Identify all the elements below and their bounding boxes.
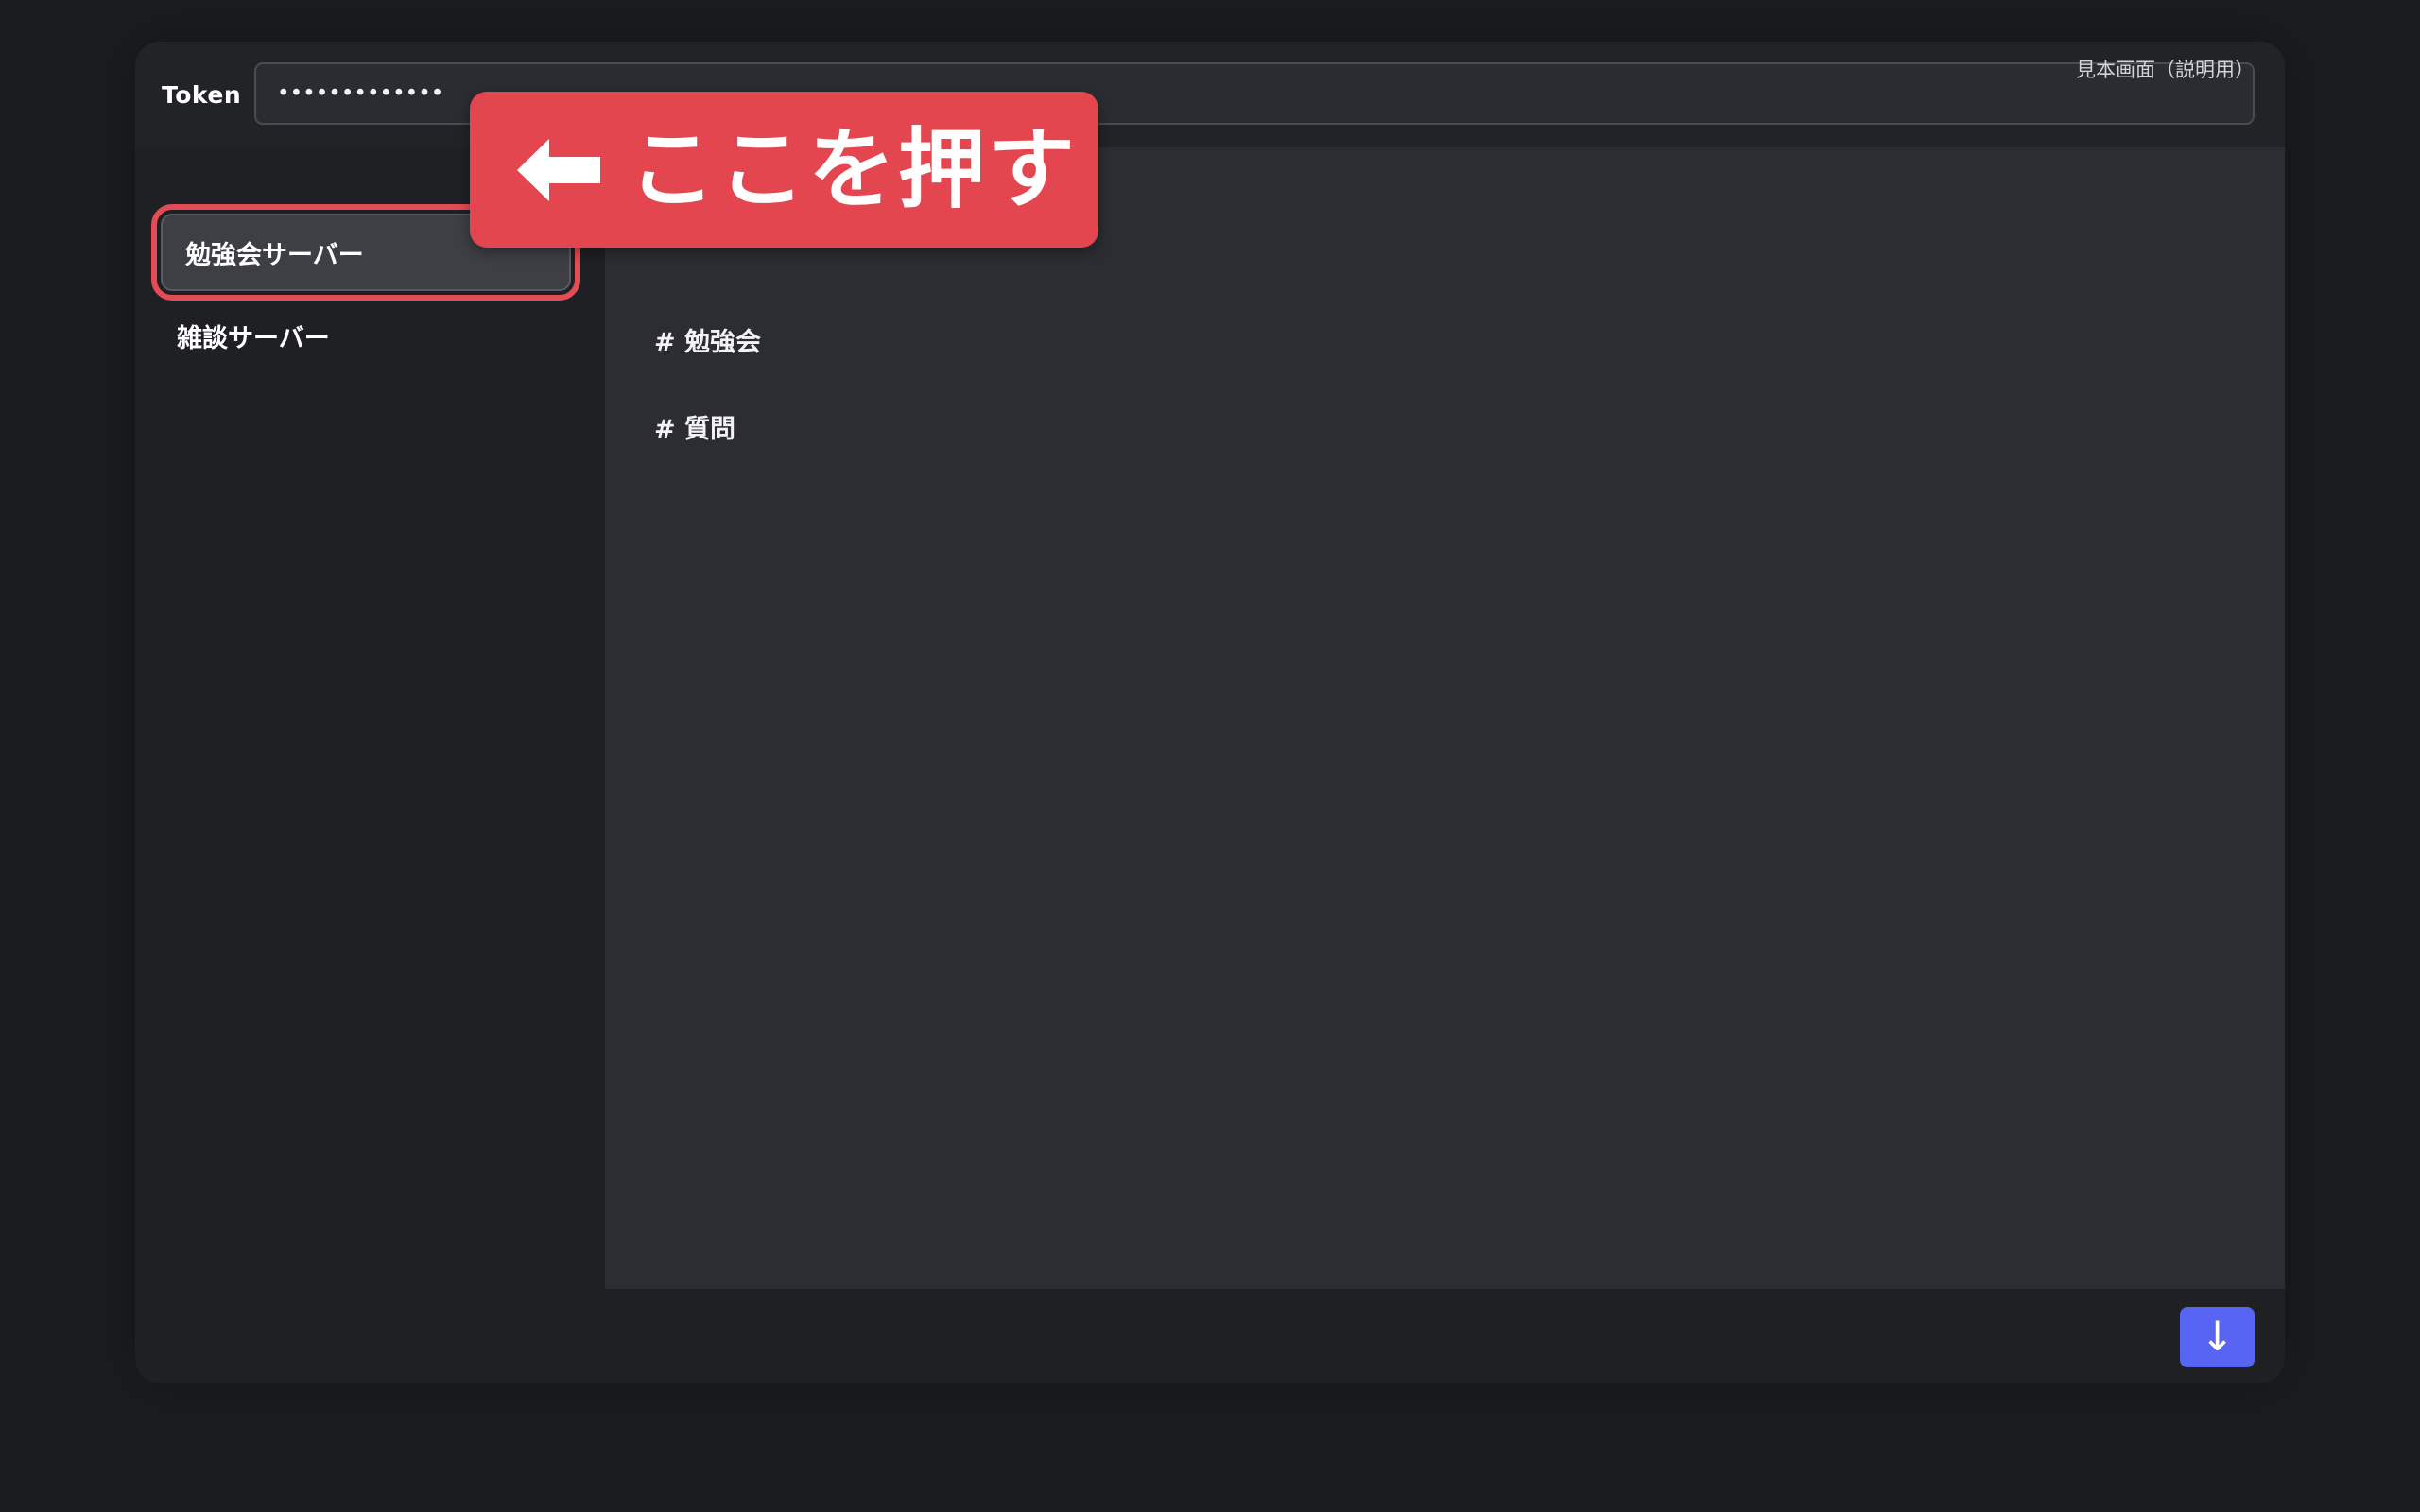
channel-item-study[interactable]: # 勉強会 [654,321,761,358]
instruction-callout: ここを押す [470,92,1098,248]
server-item-chat[interactable]: 雑談サーバー [154,297,578,374]
server-label: 雑談サーバー [177,323,330,353]
server-label: 勉強会サーバー [185,240,364,270]
token-label: Token [162,81,242,109]
callout-text: ここを押す [629,118,1079,220]
channel-item-question[interactable]: # 質問 [654,408,735,445]
left-arrow-icon [517,138,600,201]
sample-note: 見本画面（説明用） [2076,59,2255,81]
app-window: Token 見本画面（説明用） 勉強会サーバー 雑談サーバー # 勉強会 # 質… [135,42,2285,1383]
server-sidebar: 勉強会サーバー 雑談サーバー [135,147,605,1289]
header: Token 見本画面（説明用） [135,42,2285,147]
download-button[interactable]: ↓ [2180,1307,2255,1367]
channel-panel: # 勉強会 # 質問 [605,147,2285,1289]
bottom-action-bar [135,1289,2285,1383]
